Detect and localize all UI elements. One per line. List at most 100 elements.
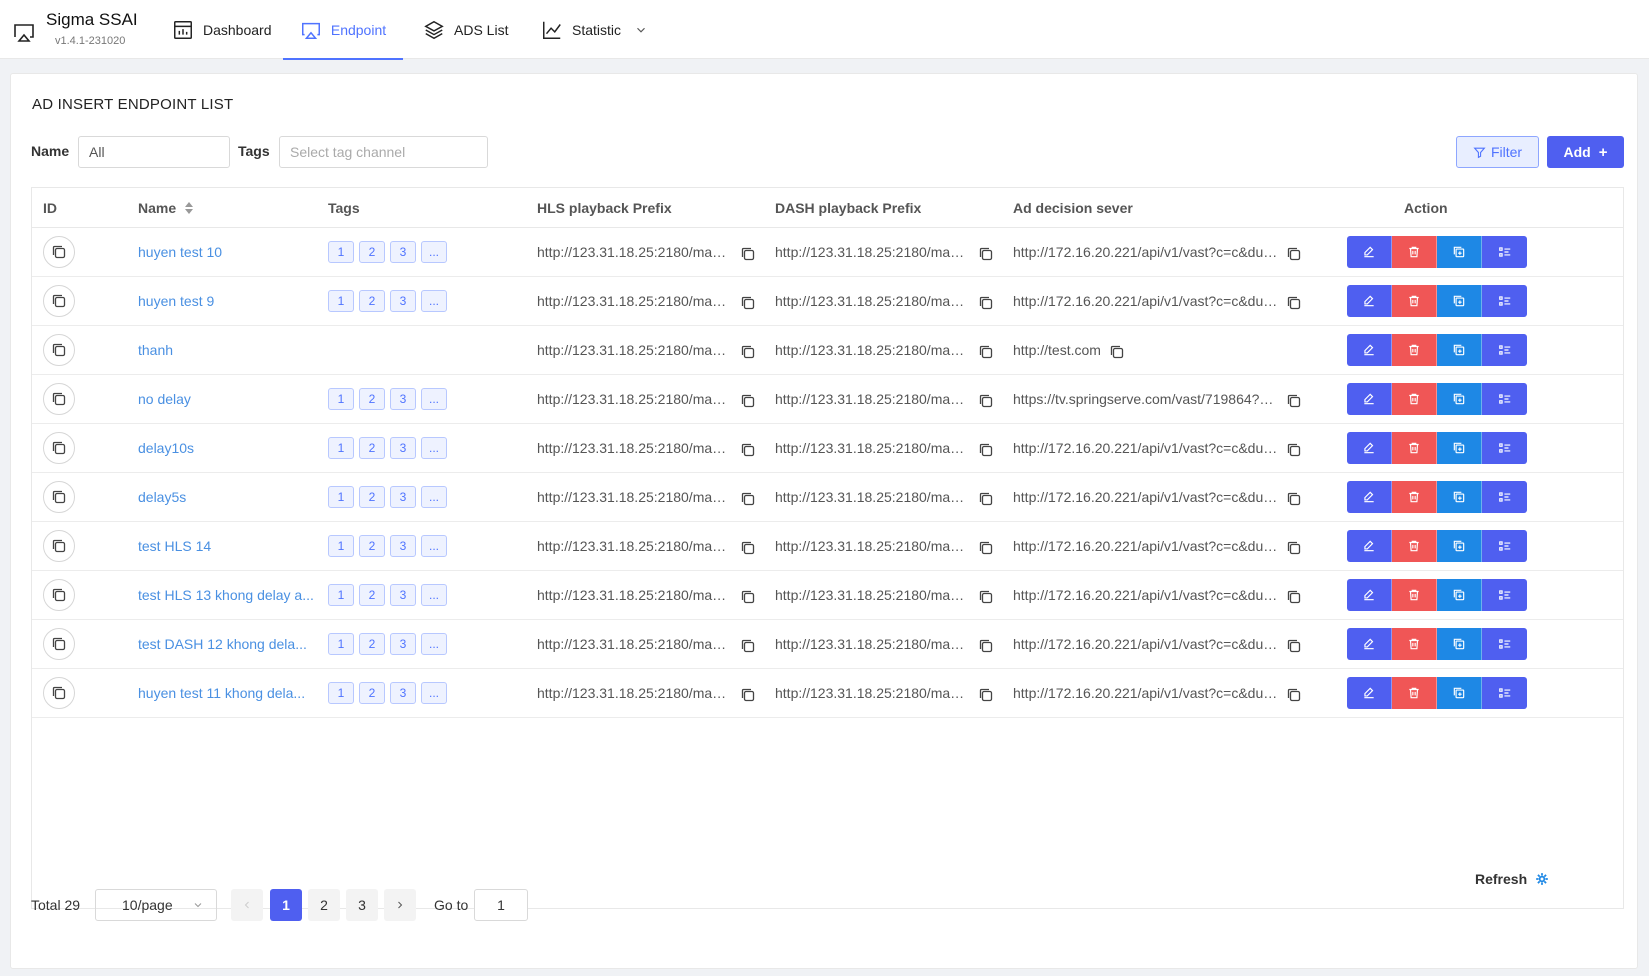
tag-chip[interactable]: 3 [390, 388, 416, 410]
refresh-button[interactable]: Refresh [1475, 871, 1549, 887]
endpoint-name-link[interactable]: huyen test 9 [138, 293, 214, 309]
page-1-button[interactable]: 1 [270, 889, 302, 921]
clone-button[interactable] [1437, 285, 1482, 317]
copy-dash-icon[interactable] [978, 393, 994, 409]
delete-button[interactable] [1392, 432, 1437, 464]
delete-button[interactable] [1392, 628, 1437, 660]
copy-ads-icon[interactable] [1286, 393, 1302, 409]
tag-chip[interactable]: 1 [328, 633, 354, 655]
copy-hls-icon[interactable] [740, 491, 756, 507]
endpoint-name-link[interactable]: no delay [138, 391, 191, 407]
copy-hls-icon[interactable] [740, 589, 756, 605]
copy-id-button[interactable] [43, 383, 75, 415]
clone-button[interactable] [1437, 383, 1482, 415]
delete-button[interactable] [1392, 383, 1437, 415]
tag-chip[interactable]: 2 [359, 388, 385, 410]
copy-hls-icon[interactable] [740, 393, 756, 409]
copy-id-button[interactable] [43, 530, 75, 562]
tag-chip[interactable]: 1 [328, 388, 354, 410]
tag-chip[interactable]: 1 [328, 682, 354, 704]
copy-dash-icon[interactable] [978, 295, 994, 311]
col-name[interactable]: Name [138, 188, 194, 228]
copy-hls-icon[interactable] [740, 442, 756, 458]
copy-hls-icon[interactable] [740, 246, 756, 262]
copy-id-button[interactable] [43, 677, 75, 709]
tag-chip[interactable]: 1 [328, 535, 354, 557]
tag-chip[interactable]: 3 [390, 486, 416, 508]
copy-ads-icon[interactable] [1286, 295, 1302, 311]
nav-statistic[interactable]: Statistic [541, 0, 648, 59]
edit-button[interactable] [1347, 481, 1392, 513]
edit-button[interactable] [1347, 285, 1392, 317]
endpoint-name-link[interactable]: test HLS 14 [138, 538, 211, 554]
details-button[interactable] [1482, 383, 1527, 415]
delete-button[interactable] [1392, 481, 1437, 513]
copy-ads-icon[interactable] [1286, 246, 1302, 262]
copy-id-button[interactable] [43, 334, 75, 366]
copy-dash-icon[interactable] [978, 246, 994, 262]
tag-chip[interactable]: 2 [359, 682, 385, 704]
tag-chip[interactable]: 2 [359, 633, 385, 655]
brand[interactable]: Sigma SSAI v1.4.1-231020 [12, 10, 162, 50]
tags-select[interactable] [279, 136, 488, 168]
page-2-button[interactable]: 2 [308, 889, 340, 921]
tag-chip[interactable]: ... [421, 388, 447, 410]
prev-page-button[interactable] [231, 889, 263, 921]
copy-ads-icon[interactable] [1286, 589, 1302, 605]
copy-hls-icon[interactable] [740, 295, 756, 311]
nav-ads-list[interactable]: ADS List [423, 0, 508, 59]
delete-button[interactable] [1392, 677, 1437, 709]
details-button[interactable] [1482, 677, 1527, 709]
tag-chip[interactable]: 2 [359, 241, 385, 263]
edit-button[interactable] [1347, 383, 1392, 415]
copy-dash-icon[interactable] [978, 344, 994, 360]
tag-chip[interactable]: 1 [328, 584, 354, 606]
copy-id-button[interactable] [43, 432, 75, 464]
tag-chip[interactable]: 1 [328, 437, 354, 459]
delete-button[interactable] [1392, 530, 1437, 562]
tag-chip[interactable]: ... [421, 241, 447, 263]
copy-id-button[interactable] [43, 236, 75, 268]
copy-ads-icon[interactable] [1286, 687, 1302, 703]
clone-button[interactable] [1437, 530, 1482, 562]
page-size-select[interactable]: 10/page [95, 889, 217, 921]
clone-button[interactable] [1437, 677, 1482, 709]
tag-chip[interactable]: ... [421, 437, 447, 459]
copy-dash-icon[interactable] [978, 540, 994, 556]
next-page-button[interactable] [384, 889, 416, 921]
tag-chip[interactable]: ... [421, 584, 447, 606]
copy-ads-icon[interactable] [1109, 344, 1125, 360]
tag-chip[interactable]: ... [421, 535, 447, 557]
tag-chip[interactable]: ... [421, 486, 447, 508]
filter-button[interactable]: Filter [1456, 136, 1539, 168]
endpoint-name-link[interactable]: huyen test 11 khong dela... [138, 685, 305, 701]
tag-chip[interactable]: ... [421, 290, 447, 312]
edit-button[interactable] [1347, 530, 1392, 562]
details-button[interactable] [1482, 628, 1527, 660]
delete-button[interactable] [1392, 236, 1437, 268]
endpoint-name-link[interactable]: delay10s [138, 440, 194, 456]
tag-chip[interactable]: 1 [328, 290, 354, 312]
add-button[interactable]: Add + [1547, 136, 1624, 168]
copy-ads-icon[interactable] [1286, 442, 1302, 458]
copy-dash-icon[interactable] [978, 491, 994, 507]
endpoint-name-link[interactable]: test HLS 13 khong delay a... [138, 587, 314, 603]
tag-chip[interactable]: 3 [390, 682, 416, 704]
copy-dash-icon[interactable] [978, 442, 994, 458]
copy-id-button[interactable] [43, 579, 75, 611]
copy-ads-icon[interactable] [1286, 491, 1302, 507]
name-filter-input[interactable] [78, 136, 230, 168]
copy-dash-icon[interactable] [978, 589, 994, 605]
page-3-button[interactable]: 3 [346, 889, 378, 921]
tag-chip[interactable]: 3 [390, 290, 416, 312]
copy-dash-icon[interactable] [978, 638, 994, 654]
tag-chip[interactable]: 2 [359, 437, 385, 459]
edit-button[interactable] [1347, 334, 1392, 366]
edit-button[interactable] [1347, 236, 1392, 268]
nav-dashboard[interactable]: Dashboard [172, 0, 272, 59]
edit-button[interactable] [1347, 579, 1392, 611]
copy-id-button[interactable] [43, 628, 75, 660]
tag-chip[interactable]: ... [421, 633, 447, 655]
details-button[interactable] [1482, 334, 1527, 366]
edit-button[interactable] [1347, 432, 1392, 464]
